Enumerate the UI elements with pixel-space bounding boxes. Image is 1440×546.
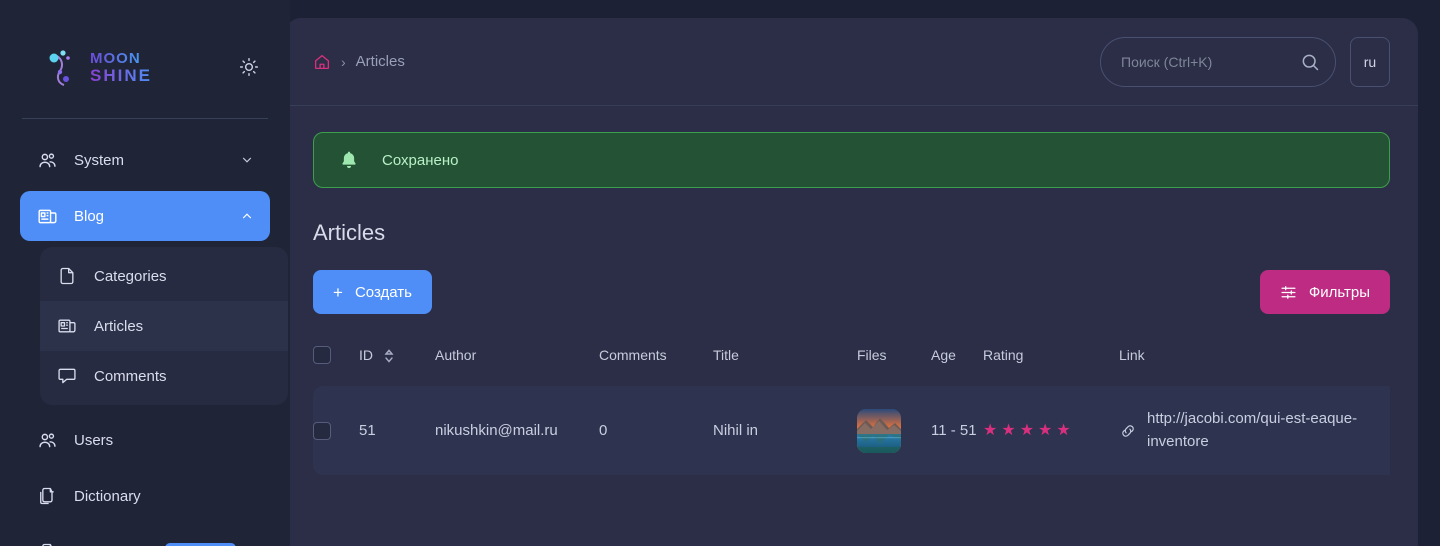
status-alert: Сохранено — [313, 132, 1390, 188]
sort-updown-icon[interactable] — [384, 349, 394, 363]
copy-file-icon — [36, 485, 58, 507]
sidebar-item-users[interactable]: Users — [20, 415, 270, 465]
main-content: Сохранено Articles + Создать Фильтры ID … — [285, 132, 1418, 476]
file-icon — [56, 265, 78, 287]
cell-files — [857, 386, 931, 475]
main-panel: › Articles ru Сохранено Articles + Созда… — [285, 18, 1418, 546]
sidebar-item-label: System — [74, 151, 125, 169]
sidebar-item-system[interactable]: System — [20, 135, 270, 185]
select-all-header — [313, 346, 359, 386]
sidebar-item-dictionary[interactable]: Dictionary — [20, 471, 270, 521]
column-header-id[interactable]: ID — [359, 346, 435, 386]
copy-file-icon — [36, 541, 58, 546]
column-header-title[interactable]: Title — [713, 346, 857, 386]
image-thumbnail-mountain-lake — [857, 408, 901, 453]
table-body: 51 nikushkin@mail.ru 0 Nihil in 11 - 51 … — [313, 386, 1390, 476]
column-header-author[interactable]: Author — [435, 346, 599, 386]
language-switcher-button[interactable]: ru — [1350, 36, 1390, 87]
sidebar-item-documentation[interactable]: Document... New design — [20, 527, 270, 546]
theme-toggle-button[interactable] — [232, 50, 266, 84]
table-header: ID Author Comments Title Files Age Ratin… — [313, 346, 1390, 386]
sidebar-item-articles[interactable]: Articles — [40, 301, 288, 351]
sun-icon — [239, 57, 259, 77]
create-button-label: Создать — [354, 283, 412, 301]
file-thumbnail[interactable] — [857, 408, 901, 453]
cell-comments: 0 — [599, 421, 608, 439]
cell-title: Nihil in — [713, 421, 759, 439]
home-icon[interactable] — [313, 53, 331, 71]
rating-stars: ★★★★★ — [983, 422, 1075, 440]
search-icon[interactable] — [1300, 52, 1320, 72]
page-title: Articles — [313, 220, 386, 245]
chevron-down-icon — [242, 157, 252, 163]
table-header-row: ID Author Comments Title Files Age Ratin… — [313, 346, 1390, 386]
sidebar-item-blog[interactable]: Blog — [20, 191, 270, 241]
brand-logo[interactable]: MOON SHINE — [0, 0, 290, 104]
select-all-checkbox[interactable] — [313, 346, 331, 365]
column-header-age[interactable]: Age — [931, 346, 983, 386]
sidebar-item-label: Articles — [94, 317, 144, 335]
brand-wordmark: MOON SHINE — [90, 51, 152, 84]
filters-button-label: Фильтры — [1308, 283, 1370, 301]
column-header-link[interactable]: Link — [1119, 346, 1390, 386]
newspaper-icon — [56, 315, 78, 337]
sidebar: MOON SHINE System Blog Categories Articl… — [0, 0, 290, 546]
sidebar-item-label: Dictionary — [74, 487, 141, 505]
users-group-icon — [36, 149, 58, 171]
column-header-comments[interactable]: Comments — [599, 346, 713, 386]
brand-line-2: SHINE — [90, 65, 152, 85]
sidebar-nav: System Blog Categories Articles Comments… — [0, 119, 290, 546]
breadcrumb: › Articles — [313, 53, 405, 71]
sidebar-item-label: Comments — [94, 367, 167, 385]
row-checkbox[interactable] — [313, 421, 331, 440]
table-row[interactable]: 51 nikushkin@mail.ru 0 Nihil in 11 - 51 … — [313, 386, 1390, 476]
newspaper-icon — [36, 205, 58, 227]
topbar: › Articles ru — [285, 18, 1418, 106]
comment-icon — [56, 365, 78, 387]
sidebar-item-label: Blog — [74, 207, 105, 225]
create-button[interactable]: + Создать — [313, 270, 432, 314]
bell-icon — [342, 151, 356, 169]
link-url[interactable]: http://jacobi.com/qui-est-eaque-inventor… — [1147, 408, 1390, 453]
articles-table: ID Author Comments Title Files Age Ratin… — [313, 346, 1390, 476]
brand-line-1: MOON — [90, 51, 152, 66]
row-select-cell — [313, 386, 359, 475]
sidebar-submenu-blog: Categories Articles Comments — [40, 247, 288, 405]
alert-message: Сохранено — [382, 151, 459, 169]
sidebar-item-comments[interactable]: Comments — [40, 351, 288, 401]
sidebar-item-categories[interactable]: Categories — [40, 251, 288, 301]
cell-rating: ★★★★★ — [983, 386, 1119, 475]
column-header-rating[interactable]: Rating — [983, 346, 1119, 386]
cell-id: 51 — [359, 421, 376, 439]
link-chain-icon — [1122, 425, 1134, 437]
sliders-icon — [1281, 285, 1296, 299]
chevron-up-icon — [242, 213, 252, 219]
column-label: ID — [359, 347, 373, 363]
column-header-files[interactable]: Files — [857, 346, 931, 386]
cell-age: 11 - 51 — [931, 421, 977, 439]
cell-link: http://jacobi.com/qui-est-eaque-inventor… — [1119, 386, 1390, 475]
filters-button[interactable]: Фильтры — [1259, 270, 1390, 314]
cell-author: nikushkin@mail.ru — [435, 421, 558, 439]
search-container — [1100, 36, 1336, 87]
sidebar-item-label: Categories — [94, 267, 167, 285]
plus-icon: + — [333, 282, 343, 302]
toolbar: + Создать Фильтры — [313, 270, 1390, 314]
sidebar-item-label: Users — [74, 431, 114, 449]
users-group-icon — [36, 429, 58, 451]
moonshine-logo-icon — [39, 43, 70, 91]
breadcrumb-separator: › — [341, 53, 346, 70]
breadcrumb-current: Articles — [355, 53, 405, 70]
